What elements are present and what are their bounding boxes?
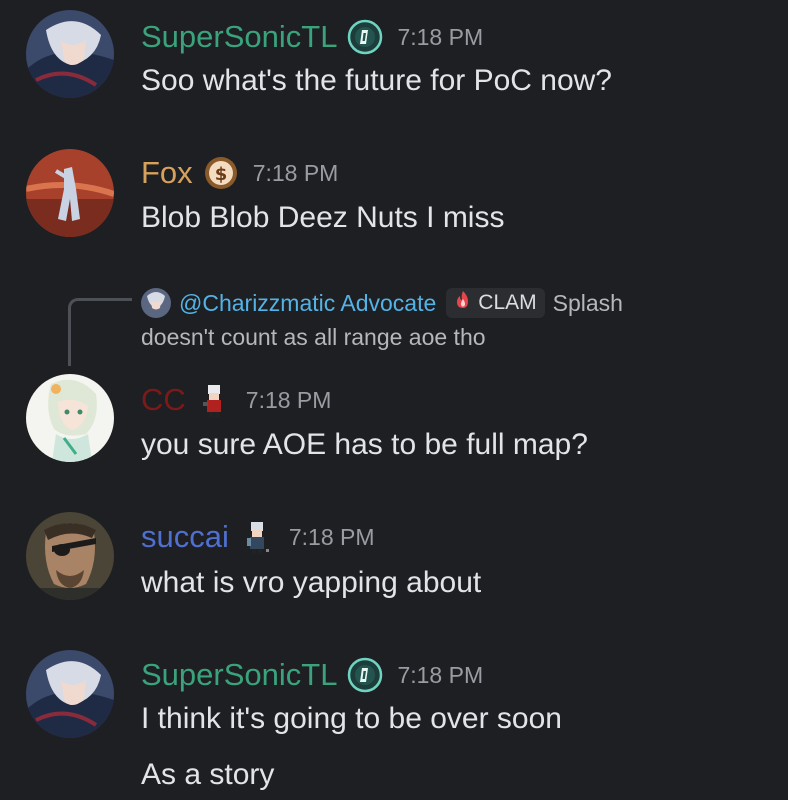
timestamp: 7:18 PM: [397, 23, 484, 50]
timestamp: 7:18 PM: [397, 661, 484, 688]
avatar[interactable]: [26, 374, 114, 462]
teal-shield-badge-icon[interactable]: [347, 19, 383, 55]
message-text: you sure AOE has to be full map?: [141, 428, 588, 461]
message-text: Blob Blob Deez Nuts I miss: [141, 201, 505, 234]
guild-tag[interactable]: CLAM: [446, 288, 545, 318]
message-text: Soo what's the future for PoC now?: [141, 64, 612, 97]
reply-text: Splash: [552, 289, 623, 316]
username[interactable]: SuperSonicTL: [141, 653, 337, 697]
timestamp: 7:18 PM: [252, 159, 339, 186]
dollar-coin-badge-icon[interactable]: $: [203, 155, 239, 191]
username[interactable]: Fox: [141, 151, 193, 195]
guild-tag-label: CLAM: [478, 291, 537, 314]
reply-avatar: [141, 288, 171, 318]
reply-preview[interactable]: @Charizzmatic Advocate CLAM Splash: [141, 285, 623, 321]
message-text: what is vro yapping about: [141, 566, 482, 599]
svg-text:$: $: [214, 164, 227, 185]
avatar[interactable]: [26, 10, 114, 98]
reply-mention[interactable]: @Charizzmatic Advocate: [179, 290, 436, 317]
message-text: I think it's going to be over soon: [141, 702, 562, 735]
avatar[interactable]: [26, 149, 114, 237]
timestamp: 7:18 PM: [245, 386, 332, 413]
avatar[interactable]: [26, 650, 114, 738]
flame-icon: [452, 289, 474, 317]
reply-connector: [68, 298, 132, 366]
username[interactable]: SuperSonicTL: [141, 15, 337, 59]
message-text: As a story: [141, 758, 275, 791]
username[interactable]: succai: [141, 515, 229, 559]
avatar[interactable]: [26, 512, 114, 600]
teal-shield-badge-icon[interactable]: [347, 657, 383, 693]
pixel-character-icon[interactable]: [239, 519, 275, 555]
timestamp: 7:18 PM: [288, 523, 375, 550]
chat-message-list: SuperSonicTL 7:18 PM Soo what's the futu…: [0, 0, 788, 800]
reply-text-continued: doesn't count as all range aoe tho: [141, 324, 486, 350]
pixel-character-icon[interactable]: [196, 382, 232, 418]
username[interactable]: CC: [141, 378, 186, 422]
